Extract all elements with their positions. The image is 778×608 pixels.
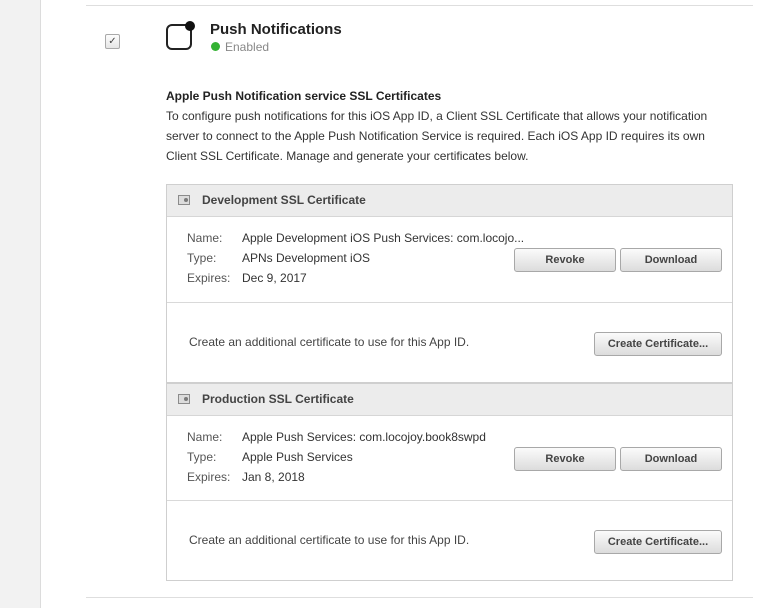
service-status: Enabled [225,40,270,54]
push-notifications-checkbox[interactable]: ✓ [105,34,120,49]
production-certificate-panel: Production SSL Certificate Name: Apple P… [166,383,733,581]
panel-header: Development SSL Certificate [167,185,732,217]
name-label: Name: [187,430,223,444]
download-button[interactable]: Download [620,447,722,471]
certificate-name: Apple Push Services: com.locojoy.book8sw… [242,430,486,444]
certificate-icon [178,195,190,205]
name-label: Name: [187,231,223,245]
section-description: To configure push notifications for this… [166,109,708,163]
revoke-button[interactable]: Revoke [514,248,616,272]
service-title: Push Notifications [210,21,342,38]
create-certificate-row: Create an additional certificate to use … [167,501,732,581]
development-certificate-panel: Development SSL Certificate Name: Apple … [166,184,733,383]
create-certificate-button[interactable]: Create Certificate... [594,332,722,356]
certificate-expires: Jan 8, 2018 [242,470,305,484]
bottom-divider [86,597,753,598]
certificate-type: APNs Development iOS [242,251,371,265]
panel-title: Development SSL Certificate [202,193,366,207]
top-divider [86,5,753,6]
type-label: Type: [187,450,217,464]
left-sidebar-edge [0,0,41,608]
certificate-details: Name: Apple Push Services: com.locojoy.b… [167,416,732,501]
certificate-type: Apple Push Services [242,450,353,464]
download-button[interactable]: Download [620,248,722,272]
revoke-button[interactable]: Revoke [514,447,616,471]
expires-label: Expires: [187,470,231,484]
certificate-expires: Dec 9, 2017 [242,271,307,285]
certificate-details: Name: Apple Development iOS Push Service… [167,217,732,303]
type-label: Type: [187,251,217,265]
panel-header: Production SSL Certificate [167,384,732,416]
certificate-icon [178,394,190,404]
create-certificate-row: Create an additional certificate to use … [167,303,732,383]
section-title: Apple Push Notification service SSL Cert… [166,89,442,103]
certificate-name: Apple Development iOS Push Services: com… [242,231,525,245]
create-certificate-text: Create an additional certificate to use … [189,533,470,547]
create-certificate-button[interactable]: Create Certificate... [594,530,722,554]
status-indicator-dot [211,42,220,51]
create-certificate-text: Create an additional certificate to use … [189,335,470,349]
panel-title: Production SSL Certificate [202,392,354,406]
expires-label: Expires: [187,271,231,285]
notification-badge-dot [185,21,195,31]
